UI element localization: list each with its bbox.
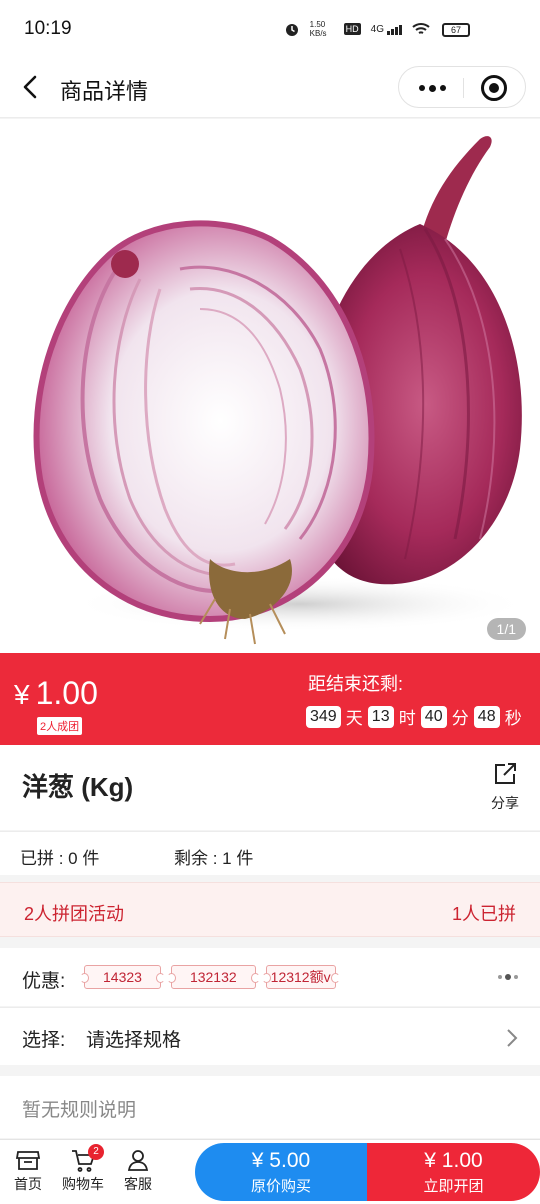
group-button-price: ¥ 1.00	[424, 1149, 483, 1172]
group-size-tag: 2人成团	[37, 717, 83, 735]
hd-icon: HD	[343, 23, 361, 35]
close-target-icon[interactable]	[481, 75, 507, 101]
coupon-item[interactable]: 12312额v	[261, 965, 340, 989]
buy-original-price-button[interactable]: ¥ 5.00 原价购买	[195, 1143, 367, 1201]
tab-cart-label: 购物车	[62, 1176, 104, 1192]
spec-value: 请选择规格	[86, 1030, 182, 1051]
mini-program-capsule	[398, 66, 526, 108]
tab-service-label: 客服	[124, 1176, 152, 1192]
group-button-label: 立即开团	[423, 1178, 484, 1195]
coupon-more-icon[interactable]	[498, 974, 518, 980]
promo-price-bar: ¥1.00 2人成团 距结束还剩: 349 天 13 时 40 分 48 秒	[0, 653, 540, 745]
coupon-item[interactable]: 14323	[80, 965, 165, 989]
countdown: 349 天 13 时 40 分 48 秒	[306, 704, 522, 729]
customer-service-icon	[127, 1150, 149, 1171]
image-counter: 1/1	[486, 618, 526, 640]
activity-title: 2人拼团活动	[24, 904, 125, 924]
countdown-days-unit: 天	[345, 709, 363, 728]
product-name: 洋葱 (Kg)	[22, 772, 134, 802]
remaining-count: 剩余 : 1 件	[174, 849, 254, 868]
countdown-days: 349	[306, 705, 341, 728]
stock-card: 已拼 : 0 件 剩余 : 1 件	[0, 831, 540, 875]
onion-illustration	[33, 136, 530, 645]
group-price-value: 1.00	[35, 675, 98, 711]
rules-row: 暂无规则说明	[0, 1076, 540, 1138]
battery-icon: 67	[442, 23, 470, 37]
share-button[interactable]: 分享	[488, 761, 522, 813]
group-activity-card[interactable]: 2人拼团活动 1人已拼	[0, 882, 540, 937]
original-price: ¥ 5.00	[251, 1149, 311, 1172]
product-image[interactable]	[0, 119, 540, 653]
status-time: 10:19	[24, 18, 72, 39]
countdown-seconds: 48	[473, 705, 500, 728]
spec-select-row[interactable]: 选择: 请选择规格	[0, 1007, 540, 1065]
chevron-right-icon	[507, 1029, 518, 1047]
share-icon	[495, 763, 516, 784]
capsule-divider	[463, 78, 464, 98]
original-price-label: 原价购买	[250, 1178, 311, 1195]
countdown-hours: 13	[367, 705, 394, 728]
tab-home-label: 首页	[14, 1176, 42, 1192]
currency-symbol: ¥	[14, 679, 30, 710]
countdown-seconds-unit: 秒	[504, 709, 522, 728]
group-price: ¥1.00	[14, 675, 98, 712]
start-group-button[interactable]: ¥ 1.00 立即开团	[367, 1143, 540, 1201]
share-label: 分享	[491, 795, 519, 811]
tab-service[interactable]: 客服	[124, 1148, 152, 1194]
page-title: 商品详情	[60, 79, 149, 104]
signal-icon: 4G	[371, 24, 402, 35]
status-bar: 10:19 1.50 KB/s HD 4G 67	[0, 0, 540, 58]
cart-badge: 2	[88, 1144, 104, 1160]
coupon-row: 优惠: 14323 132132 12312额v	[0, 948, 540, 1006]
countdown-minutes-unit: 分	[451, 709, 469, 728]
activity-status: 1人已拼	[451, 904, 516, 924]
net-speed: 1.50 KB/s	[309, 20, 327, 38]
rules-text: 暂无规则说明	[22, 1100, 137, 1121]
countdown-minutes: 40	[420, 705, 447, 728]
navbar: 商品详情	[0, 58, 540, 118]
countdown-label: 距结束还剩:	[308, 674, 404, 694]
alarm-icon	[285, 24, 298, 36]
countdown-hours-unit: 时	[398, 709, 416, 728]
status-icons: 1.50 KB/s HD 4G	[284, 20, 430, 38]
coupon-list: 14323 132132 12312额v	[80, 965, 340, 989]
spec-label: 选择:	[22, 1030, 66, 1051]
tab-home[interactable]: 首页	[14, 1148, 42, 1194]
coupon-item[interactable]: 132132	[166, 965, 260, 989]
product-title-card: 洋葱 (Kg) 分享	[0, 745, 540, 830]
wifi-icon	[412, 23, 430, 34]
tab-cart[interactable]: 2 购物车	[62, 1144, 104, 1194]
joined-count: 已拼 : 0 件	[20, 849, 100, 868]
more-dots-icon[interactable]	[419, 84, 446, 92]
back-arrow-icon[interactable]	[16, 72, 46, 102]
coupon-label: 优惠:	[22, 971, 66, 992]
store-icon	[15, 1151, 41, 1170]
